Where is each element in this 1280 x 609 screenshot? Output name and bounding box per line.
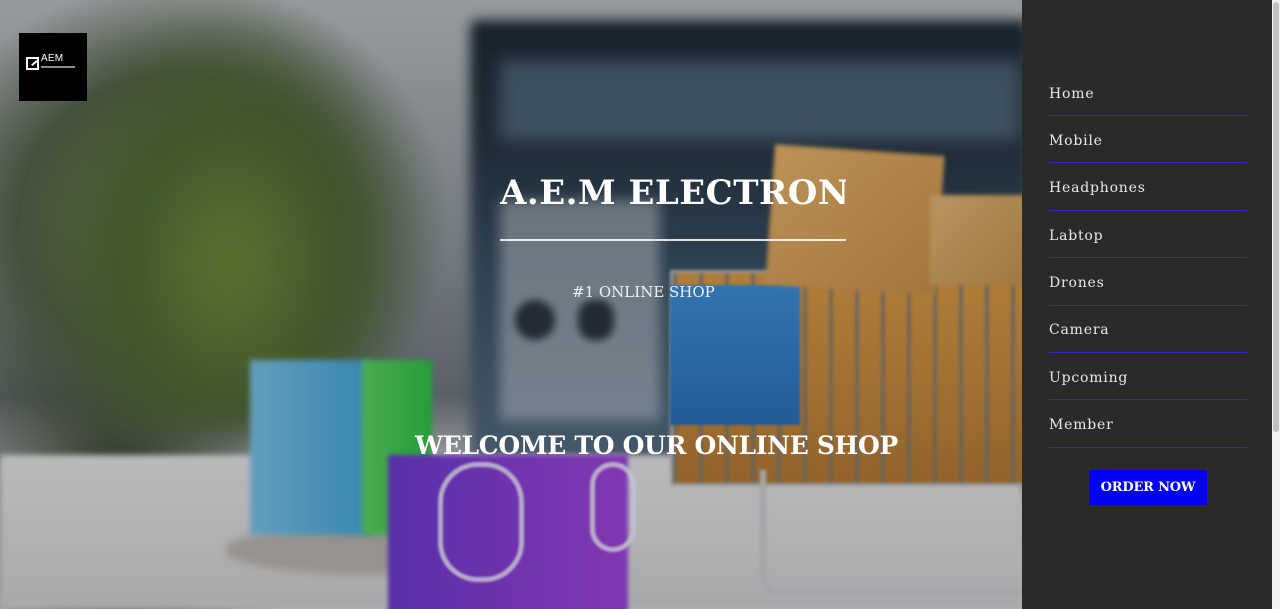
- nav-item-home[interactable]: Home: [1049, 70, 1247, 116]
- nav-link-label[interactable]: Camera: [1049, 320, 1109, 338]
- tagline: #1 ONLINE SHOP: [572, 283, 715, 301]
- edit-square-icon: [26, 57, 39, 70]
- logo-inner: AEM: [24, 51, 82, 83]
- brand-title-wrapper: A.E.M ELECTRONICS: [500, 170, 846, 216]
- hero-overlay: [0, 0, 1022, 609]
- nav-item-member[interactable]: Member: [1049, 402, 1247, 448]
- side-navigation: Home Mobile Headphones Labtop Drones Cam…: [1022, 0, 1272, 609]
- nav-list: Home Mobile Headphones Labtop Drones Cam…: [1049, 70, 1247, 449]
- welcome-heading: WELCOME TO OUR ONLINE SHOP: [415, 431, 898, 460]
- nav-item-drones[interactable]: Drones: [1049, 260, 1247, 306]
- scrollbar-thumb[interactable]: [1273, 2, 1279, 432]
- brand-title: A.E.M ELECTRONICS: [500, 173, 846, 213]
- logo-tagline-line: [41, 66, 75, 68]
- nav-link-label[interactable]: Labtop: [1049, 226, 1103, 244]
- site-logo[interactable]: AEM: [19, 33, 87, 101]
- nav-item-headphones[interactable]: Headphones: [1049, 165, 1247, 211]
- order-now-button[interactable]: ORDER NOW: [1089, 470, 1207, 505]
- nav-item-mobile[interactable]: Mobile: [1049, 117, 1247, 164]
- nav-item-upcoming[interactable]: Upcoming: [1049, 354, 1247, 401]
- nav-item-camera[interactable]: Camera: [1049, 307, 1247, 353]
- nav-item-labtop[interactable]: Labtop: [1049, 212, 1247, 259]
- title-divider: [500, 239, 846, 241]
- page: AEM A.E.M ELECTRONICS #1 ONLINE SHOP WEL…: [0, 0, 1280, 609]
- nav-link-label[interactable]: Upcoming: [1049, 368, 1128, 386]
- nav-link-label[interactable]: Headphones: [1049, 178, 1146, 196]
- nav-link-label[interactable]: Home: [1049, 84, 1094, 102]
- nav-link-label[interactable]: Drones: [1049, 273, 1105, 291]
- page-scrollbar[interactable]: [1272, 0, 1280, 609]
- nav-link-label[interactable]: Mobile: [1049, 131, 1103, 149]
- nav-link-label[interactable]: Member: [1049, 415, 1114, 433]
- logo-text: AEM: [41, 53, 64, 64]
- hero-background-image: [0, 0, 1022, 609]
